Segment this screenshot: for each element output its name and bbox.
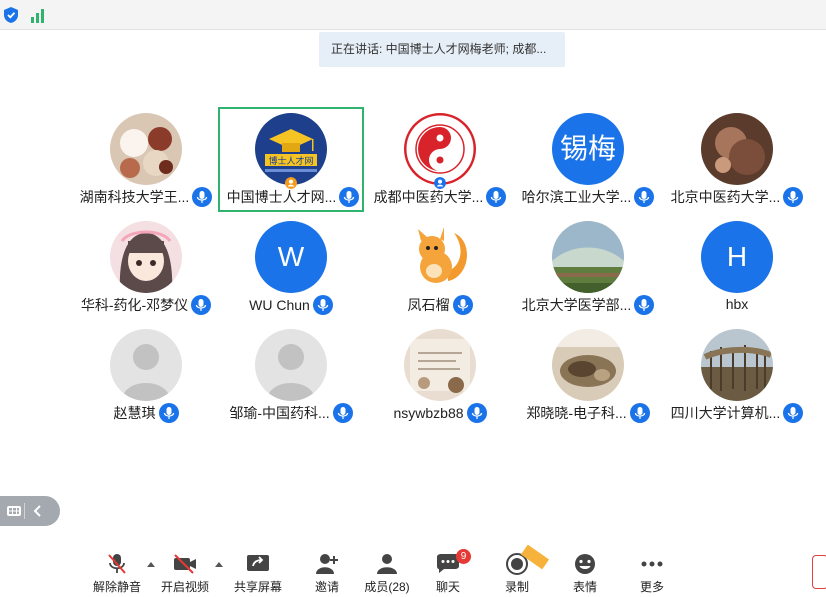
participant-name: WU Chun [249,297,310,313]
participant-name: hbx [725,295,749,312]
chat-button[interactable]: 聊天 9 [413,549,483,597]
speaking-banner: 正在讲话: 中国博士人才网梅老师; 成都... [319,32,565,67]
participant-tile[interactable]: H hbx [664,215,810,320]
gallery-view-pill[interactable] [0,496,60,526]
avatar [110,113,182,185]
grid-icon[interactable] [6,503,22,519]
participant-name: 中国博士人才网... [226,189,337,205]
chat-unread-badge: 9 [456,549,471,564]
shield-check-icon[interactable] [4,7,18,23]
participant-tile[interactable]: 锡梅 哈尔滨工业大学... [515,107,661,212]
avatar [701,113,773,185]
avatar [110,221,182,293]
participant-tile[interactable]: 邹瑜-中国药科... [218,323,364,428]
participant-name: 四川大学计算机... [670,405,781,421]
mic-icon [634,187,655,207]
mic-icon [192,187,213,207]
svg-text:博士人才网: 博士人才网 [268,155,313,167]
emoji-icon [575,554,595,574]
avatar: 博士人才网 [255,113,327,185]
participant-tile[interactable]: 成都中医药大学... [367,107,513,212]
record-button[interactable]: 录制 [482,544,552,597]
participant-tile[interactable]: 华科-药化-邓梦仪 [73,215,219,320]
add-user-icon [316,554,338,574]
mic-icon [466,403,487,423]
default-person-avatar [110,329,182,401]
participant-tile[interactable]: 赵慧琪 [73,323,219,428]
more-label: 更多 [639,580,664,594]
mic-icon [312,295,333,315]
participant-tile[interactable]: 湖南科技大学王... [73,107,219,212]
chat-label: 聊天 [435,580,460,594]
reactions-button[interactable]: 表情 [550,553,620,597]
mic-icon [339,187,360,207]
participant-tile[interactable]: 四川大学计算机... [664,323,810,428]
default-person-avatar [255,329,327,401]
mic-icon [158,403,179,423]
participant-name: 北京中医药大学... [670,189,781,205]
mic-icon [486,187,507,207]
participant-tile[interactable]: 北京大学医学部... [515,215,661,320]
unmute-button[interactable]: 解除静音 [82,553,152,597]
participant-name: 哈尔滨工业大学... [521,189,632,205]
mic-icon [783,187,804,207]
avatar [701,329,773,401]
members-icon [377,554,397,574]
participant-name: nsywbzb88 [393,405,464,421]
avatar [404,221,476,293]
mic-icon [634,295,655,315]
participant-tile[interactable]: W WU Chun [218,215,364,320]
more-icon [641,561,663,567]
share-screen-button[interactable]: 共享屏幕 [223,553,293,597]
start-video-label: 开启视频 [160,580,209,594]
start-video-button[interactable]: 开启视频 [150,553,220,597]
participant-name: 赵慧琪 [113,405,156,421]
more-button[interactable]: 更多 [617,553,687,597]
avatar: W [255,221,327,293]
video-options-caret[interactable] [215,562,223,567]
mic-icon [629,403,650,423]
signal-bars-icon[interactable] [30,6,48,24]
top-bar [0,0,826,30]
avatar [552,221,624,293]
share-screen-icon [247,555,269,571]
members-button[interactable]: 成员(28) [352,553,422,597]
share-screen-label: 共享屏幕 [233,580,282,594]
participant-name: 华科-药化-邓梦仪 [80,297,189,313]
avatar [404,113,476,185]
mic-muted-icon [108,554,126,574]
reactions-label: 表情 [572,580,597,594]
participant-tile[interactable]: 凤石榴 [367,215,513,320]
participant-name: 郑晓晓-电子科... [526,405,627,421]
participant-tile[interactable]: nsywbzb88 [367,323,513,428]
mic-icon [783,403,804,423]
avatar [404,329,476,401]
participant-tile[interactable]: 郑晓晓-电子科... [515,323,661,428]
meeting-toolbar: 解除静音 开启视频 共享屏幕 邀请 成员(28) 聊天 9 录制 表情 更多 [0,540,826,597]
video-off-icon [174,554,196,574]
avatar: H [701,221,773,293]
mic-icon [191,295,212,315]
mic-icon [452,295,473,315]
mic-icon [332,403,353,423]
participant-name: 成都中医药大学... [373,189,484,205]
end-meeting-button[interactable] [812,555,826,589]
chevron-left-icon[interactable] [32,504,44,518]
avatar [552,329,624,401]
unmute-label: 解除静音 [92,580,141,594]
participant-tile-active[interactable]: 博士人才网 中国博士人才网... [218,107,364,212]
divider [24,503,25,519]
participant-name: 邹瑜-中国药科... [229,405,330,421]
members-label: 成员(28) [364,580,410,594]
avatar: 锡梅 [552,113,624,185]
record-label: 录制 [504,580,529,594]
participant-name: 凤石榴 [407,297,450,313]
participant-name: 湖南科技大学王... [79,189,190,205]
participant-tile[interactable]: 北京中医药大学... [664,107,810,212]
participant-name: 北京大学医学部... [521,297,632,313]
